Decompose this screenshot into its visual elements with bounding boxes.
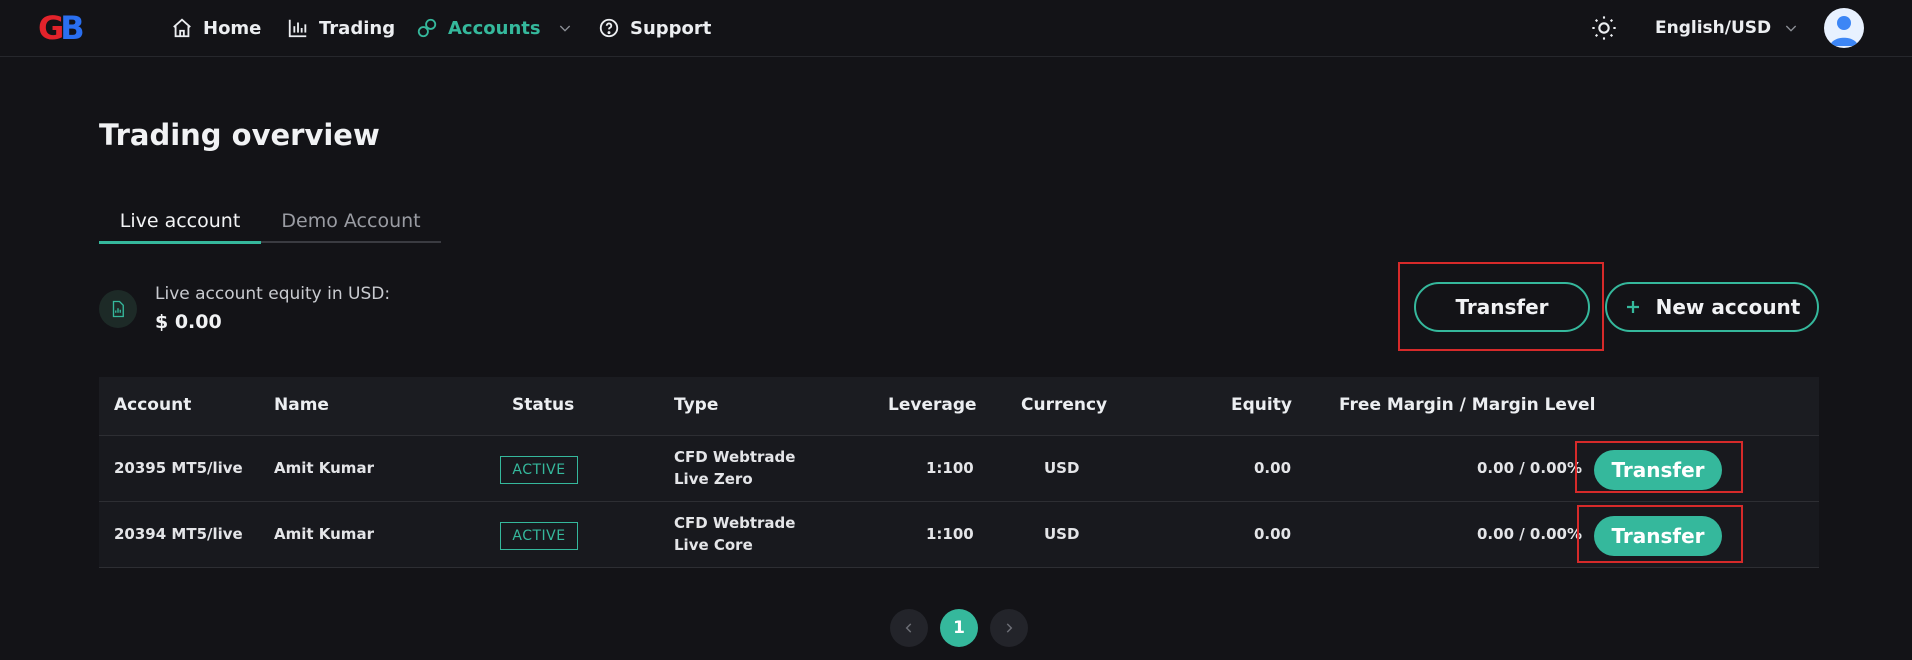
nav-home-label: Home	[203, 17, 262, 39]
cell-equity: 0.00	[1254, 459, 1292, 477]
user-icon	[1830, 16, 1858, 46]
chevron-down-icon	[1786, 25, 1797, 32]
account-tabs: Live account Demo Account	[99, 205, 441, 244]
cell-currency: USD	[1044, 525, 1080, 543]
help-circle-icon	[599, 18, 619, 38]
cell-leverage: 1:100	[926, 459, 974, 477]
logo-letter-b: B	[60, 9, 84, 47]
home-icon	[173, 18, 191, 38]
nav-support-label: Support	[630, 17, 712, 39]
brand-logo[interactable]: GB	[38, 10, 100, 46]
pagination-current-page[interactable]: 1	[940, 609, 978, 647]
chevron-right-icon	[1006, 623, 1013, 633]
transfer-button-label: Transfer	[1455, 295, 1549, 319]
col-equity: Equity	[1231, 395, 1292, 415]
user-avatar[interactable]	[1824, 8, 1864, 48]
col-account: Account	[114, 395, 192, 415]
tab-live-account[interactable]: Live account	[99, 205, 261, 244]
status-badge: ACTIVE	[500, 522, 578, 550]
new-account-button-label: New account	[1655, 295, 1801, 319]
new-account-button[interactable]: New account	[1605, 282, 1819, 332]
tab-demo-account[interactable]: Demo Account	[261, 205, 441, 243]
cell-type-line2: Live Core	[674, 536, 753, 554]
logo-letter-g: G	[38, 9, 64, 47]
accounts-table: Account Name Status Type Leverage Curren…	[99, 377, 1819, 568]
nav-home[interactable]: Home	[171, 14, 261, 42]
cell-equity: 0.00	[1254, 525, 1292, 543]
pagination-prev[interactable]	[890, 609, 928, 647]
cell-type-line2: Live Zero	[674, 470, 753, 488]
col-type: Type	[674, 395, 719, 415]
table-header: Account Name Status Type Leverage Curren…	[99, 377, 1819, 436]
cell-account[interactable]: 20394 MT5/live	[114, 525, 243, 543]
theme-toggle-icon[interactable]	[1590, 14, 1618, 42]
nav-trading-label: Trading	[319, 17, 396, 39]
equity-icon-wrapper	[99, 290, 137, 328]
transfer-button[interactable]: Transfer	[1414, 282, 1590, 332]
document-chart-icon	[112, 300, 124, 318]
col-status: Status	[512, 395, 575, 415]
cell-leverage: 1:100	[926, 525, 974, 543]
language-label: English/USD	[1655, 18, 1772, 38]
equity-value: $ 0.00	[155, 311, 222, 333]
chevron-left-icon	[905, 623, 912, 633]
bar-chart-icon	[288, 19, 307, 38]
nav-support[interactable]: Support	[598, 14, 711, 42]
col-name: Name	[274, 395, 329, 415]
row-transfer-button[interactable]: Transfer	[1594, 516, 1722, 556]
equity-label: Live account equity in USD:	[155, 284, 391, 304]
status-badge: ACTIVE	[500, 456, 578, 484]
nav-trading[interactable]: Trading	[287, 14, 395, 42]
cell-name: Amit Kumar	[274, 525, 374, 543]
chevron-down-icon	[559, 25, 570, 32]
cell-name: Amit Kumar	[274, 459, 374, 477]
language-currency-selector[interactable]: English/USD	[1655, 14, 1799, 42]
pagination-next[interactable]	[990, 609, 1028, 647]
cell-margin: 0.00 / 0.00%	[1477, 459, 1582, 477]
page-title: Trading overview	[99, 118, 380, 152]
cell-currency: USD	[1044, 459, 1080, 477]
table-row: 20395 MT5/live Amit Kumar ACTIVE CFD Web…	[99, 436, 1819, 502]
cell-account[interactable]: 20395 MT5/live	[114, 459, 243, 477]
col-currency: Currency	[1021, 395, 1108, 415]
cell-type-line1: CFD Webtrade	[674, 448, 796, 466]
plus-icon	[1626, 301, 1639, 313]
top-navigation-bar: GB Home Trading Accounts Support English…	[0, 0, 1912, 57]
nav-accounts[interactable]: Accounts	[416, 14, 573, 42]
accounts-link-icon	[417, 18, 437, 38]
col-free-margin: Free Margin / Margin Level	[1339, 395, 1596, 415]
table-row: 20394 MT5/live Amit Kumar ACTIVE CFD Web…	[99, 502, 1819, 568]
row-transfer-button[interactable]: Transfer	[1594, 450, 1722, 490]
col-leverage: Leverage	[888, 395, 977, 415]
nav-accounts-label: Accounts	[448, 17, 541, 39]
cell-margin: 0.00 / 0.00%	[1477, 525, 1582, 543]
cell-type-line1: CFD Webtrade	[674, 514, 796, 532]
